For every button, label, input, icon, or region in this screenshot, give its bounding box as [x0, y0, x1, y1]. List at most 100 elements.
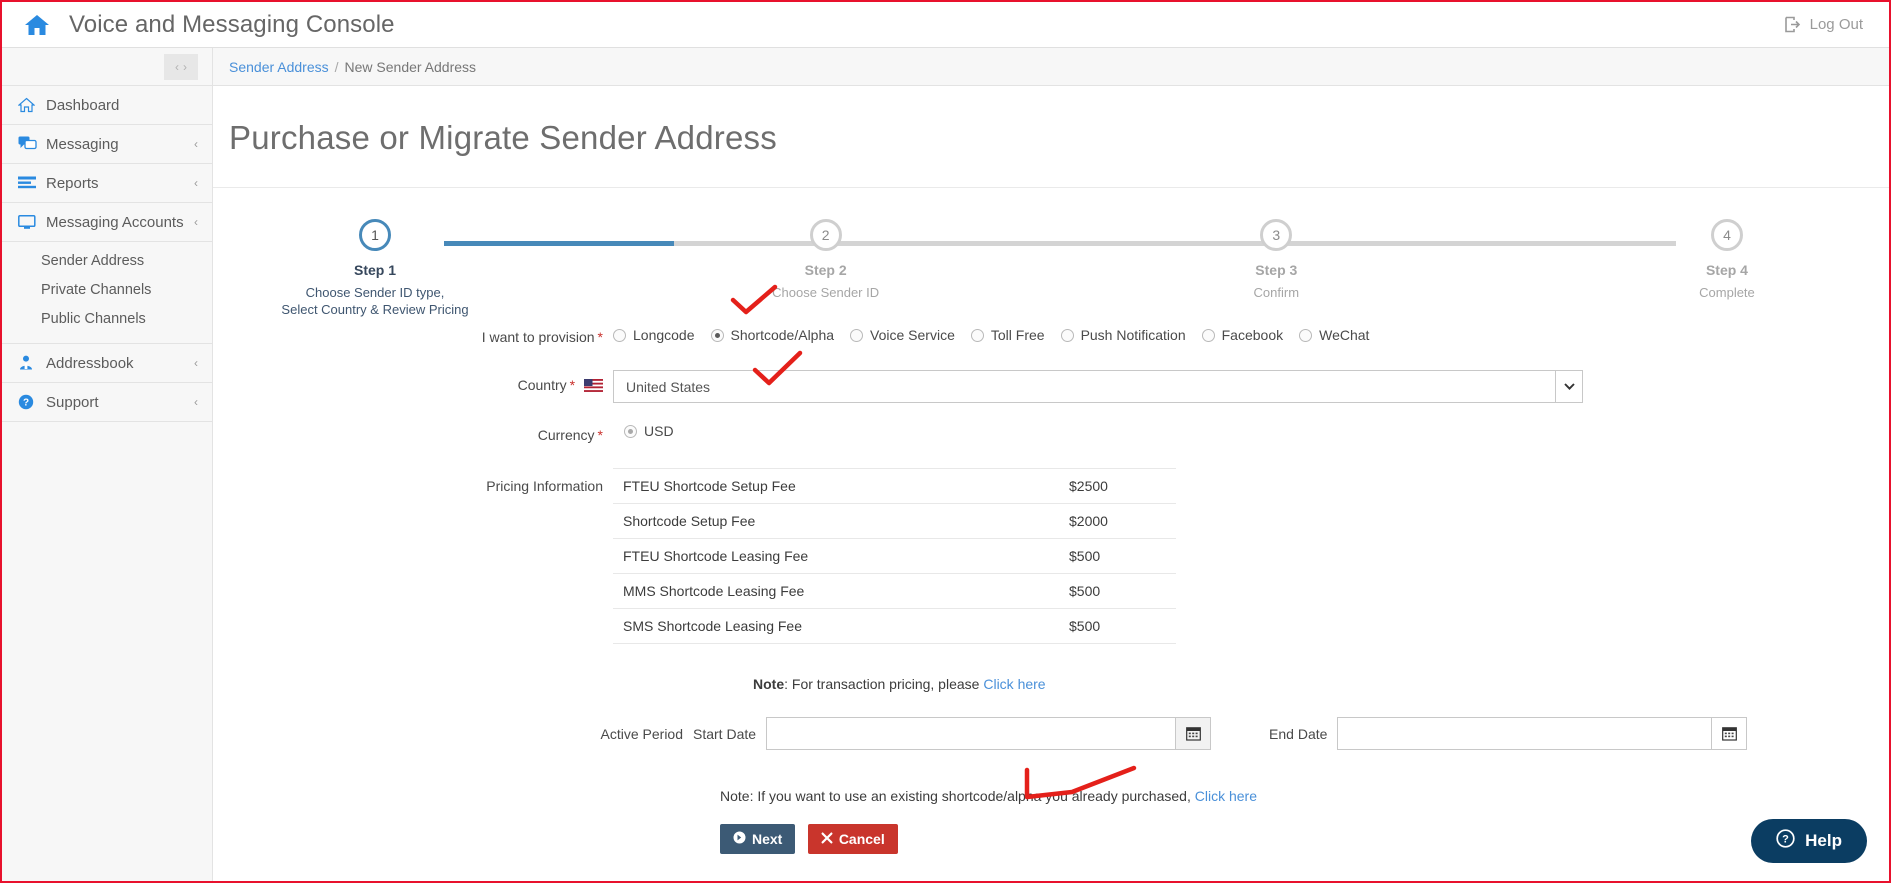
sidebar-item-support[interactable]: ? Support ‹	[2, 383, 212, 422]
next-button[interactable]: Next	[720, 824, 796, 854]
radio-indicator[interactable]	[613, 328, 626, 342]
stepper-step-desc: Confirm	[1253, 285, 1300, 300]
pricing-note-link[interactable]: Click here	[983, 676, 1045, 692]
country-select[interactable]: United States	[613, 370, 1583, 403]
radio-longcode[interactable]: Longcode	[613, 327, 695, 343]
sidebar-item-label: Support	[46, 393, 99, 411]
calendar-icon[interactable]	[1175, 717, 1212, 750]
help-button[interactable]: ? Help	[1751, 819, 1867, 863]
sidebar-subitem-label: Private Channels	[41, 281, 152, 298]
radio-indicator[interactable]	[1299, 328, 1313, 342]
chevron-left-icon: ‹	[194, 395, 198, 409]
reports-bars-icon	[18, 176, 42, 190]
radio-label: USD	[644, 423, 674, 439]
svg-text:?: ?	[23, 398, 29, 409]
pricing-note-bold: Note	[753, 676, 785, 692]
next-button-label: Next	[752, 831, 783, 847]
radio-indicator[interactable]	[624, 424, 637, 438]
stepper-step-number: 2	[809, 219, 842, 251]
radio-label: Shortcode/Alpha	[730, 327, 835, 343]
stepper-step-desc: Complete	[1699, 285, 1755, 300]
bottom-note-link[interactable]: Click here	[1195, 788, 1257, 804]
form-row-pricing: Pricing Information FTEU Shortcode Setup…	[213, 468, 1889, 644]
bottom-note-spacer	[213, 788, 710, 792]
stepper-step-3[interactable]: 3 Step 3 Confirm	[1161, 219, 1391, 318]
pricing-item-name: SMS Shortcode Leasing Fee	[623, 618, 802, 634]
country-label-wrap: Country *	[213, 370, 613, 393]
end-date-input[interactable]	[1338, 719, 1707, 748]
sidebar-item-label: Addressbook	[46, 354, 134, 372]
pricing-item-name: FTEU Shortcode Setup Fee	[623, 478, 796, 494]
breadcrumb-link-sender-address[interactable]: Sender Address	[229, 59, 329, 75]
radio-label: Toll Free	[990, 327, 1045, 343]
start-date-label: Start Date	[693, 725, 757, 742]
radio-push-notification[interactable]: Push Notification	[1060, 327, 1186, 343]
stepper-step-desc: Choose Sender ID type, Select Country & …	[281, 285, 469, 317]
chevron-left-icon: ‹	[194, 137, 198, 151]
table-row: Shortcode Setup Fee $2000	[613, 504, 1176, 539]
provision-label: I want to provision	[481, 329, 595, 345]
pricing-note-spacer	[213, 676, 743, 680]
end-date-field[interactable]	[1337, 717, 1748, 750]
radio-indicator[interactable]	[850, 328, 864, 342]
radio-indicator[interactable]	[970, 328, 984, 342]
radio-toll-free[interactable]: Toll Free	[970, 327, 1045, 343]
logout-label: Log Out	[1809, 16, 1863, 33]
radio-wechat[interactable]: WeChat	[1299, 327, 1369, 343]
sidebar-item-messaging[interactable]: Messaging ‹	[2, 125, 212, 164]
app-window: Voice and Messaging Console Log Out ‹ ›	[0, 0, 1891, 883]
radio-indicator[interactable]	[1060, 328, 1074, 342]
radio-currency-usd[interactable]: USD	[613, 423, 674, 439]
start-date-field[interactable]	[766, 717, 1212, 750]
sidebar-item-label: Dashboard	[46, 96, 120, 114]
buttons-spacer	[213, 824, 710, 828]
active-period-label: Active Period	[600, 725, 683, 742]
stepper-step-1[interactable]: 1 Step 1 Choose Sender ID type, Select C…	[260, 219, 490, 318]
radio-indicator[interactable]	[1201, 328, 1215, 342]
required-marker: *	[569, 377, 576, 393]
purchase-form: I want to provision * Longcode Shortcode/…	[213, 325, 1889, 854]
pricing-table: FTEU Shortcode Setup Fee $2500 Shortcode…	[613, 468, 1176, 644]
cancel-button[interactable]: Cancel	[807, 824, 898, 854]
start-date-input[interactable]	[767, 719, 1168, 748]
radio-shortcode-alpha[interactable]: Shortcode/Alpha	[710, 327, 835, 343]
x-icon	[821, 831, 833, 847]
currency-label-wrap: Currency *	[213, 423, 613, 443]
stepper-step-4[interactable]: 4 Step 4 Complete	[1612, 219, 1842, 318]
us-flag-icon	[584, 379, 603, 392]
page-title: Voice and Messaging Console	[69, 10, 395, 38]
form-row-buttons: Next Cancel	[213, 824, 1889, 854]
sidebar-item-addressbook[interactable]: Addressbook ‹	[2, 344, 212, 383]
sidebar-item-dashboard[interactable]: Dashboard	[2, 86, 212, 125]
currency-label: Currency	[537, 427, 595, 443]
radio-label: Longcode	[633, 327, 695, 343]
form-row-bottom-note: Note: If you want to use an existing sho…	[213, 788, 1889, 804]
sidebar-item-messaging-accounts[interactable]: Messaging Accounts ‹	[2, 203, 212, 242]
chevron-down-icon[interactable]	[1555, 371, 1582, 402]
calendar-icon[interactable]	[1711, 717, 1748, 750]
cancel-button-label: Cancel	[838, 831, 885, 847]
sidebar-item-public-channels[interactable]: Public Channels	[2, 304, 212, 333]
sidebar-item-reports[interactable]: Reports ‹	[2, 164, 212, 203]
radio-indicator[interactable]	[710, 328, 724, 342]
stepper-step-name: Step 2	[804, 262, 847, 278]
wizard-stepper: 1 Step 1 Choose Sender ID type, Select C…	[260, 219, 1842, 317]
top-header-bar: Voice and Messaging Console Log Out	[2, 2, 1889, 48]
home-icon[interactable]	[22, 10, 52, 40]
logout-button[interactable]: Log Out	[1784, 16, 1863, 33]
pricing-item-amount: $2000	[1069, 513, 1108, 529]
form-row-currency: Currency * USD	[213, 423, 1889, 443]
sidebar-collapse-toggle[interactable]: ‹ ›	[164, 53, 198, 80]
radio-voice-service[interactable]: Voice Service	[850, 327, 955, 343]
form-row-pricing-note: Note: For transaction pricing, please Cl…	[213, 676, 1889, 692]
stepper-step-number: 1	[359, 219, 391, 251]
stepper-step-name: Step 4	[1705, 262, 1748, 278]
table-row: SMS Shortcode Leasing Fee $500	[613, 609, 1176, 644]
monitor-icon	[18, 214, 42, 230]
stepper-step-2[interactable]: 2 Step 2 Choose Sender ID	[711, 219, 941, 318]
required-marker: *	[597, 427, 603, 443]
sidebar-item-sender-address[interactable]: Sender Address	[2, 246, 212, 275]
radio-facebook[interactable]: Facebook	[1201, 327, 1283, 343]
sidebar-item-private-channels[interactable]: Private Channels	[2, 275, 212, 304]
chevron-left-icon: ‹	[194, 215, 198, 229]
